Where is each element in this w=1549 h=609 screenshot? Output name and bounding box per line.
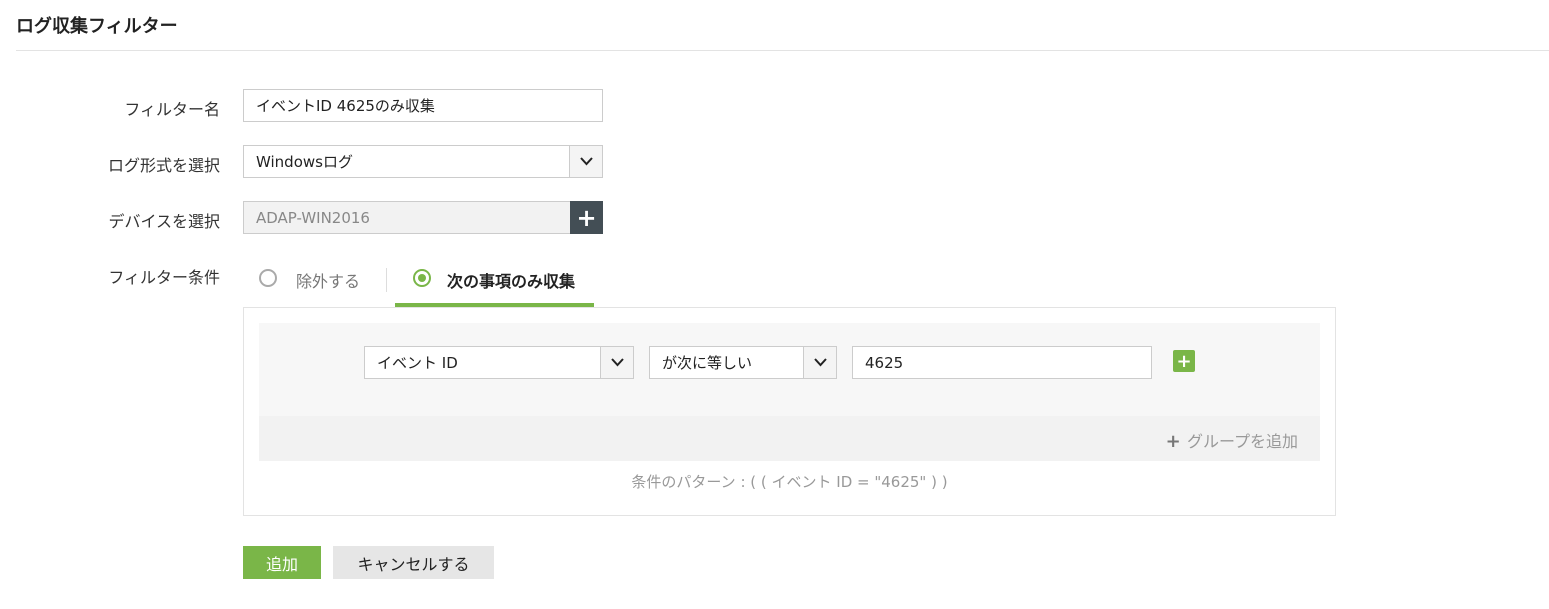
plus-icon: +	[576, 203, 597, 232]
filter-name-input[interactable]: イベントID 4625のみ収集	[243, 89, 603, 122]
add-rule-button[interactable]: +	[1173, 350, 1195, 372]
divider	[16, 50, 1549, 51]
radio-exclude-label: 除外する	[296, 272, 361, 291]
value-input[interactable]: 4625	[852, 346, 1152, 379]
field-select[interactable]: イベント ID	[364, 346, 634, 379]
radio-checked-icon	[413, 269, 431, 287]
page-title: ログ収集フィルター	[16, 16, 178, 37]
plus-icon: +	[1165, 431, 1187, 452]
chevron-down-icon[interactable]	[600, 347, 633, 378]
rule-value: 4625	[865, 353, 904, 372]
chevron-down-icon[interactable]	[569, 146, 602, 177]
filter-name-label: フィルター名	[124, 100, 220, 119]
plus-icon: +	[1176, 350, 1192, 372]
condition-label: フィルター条件	[108, 268, 220, 287]
device-input[interactable]: ADAP-WIN2016	[243, 201, 571, 234]
add-device-button[interactable]: +	[570, 201, 603, 234]
chevron-down-icon[interactable]	[803, 347, 836, 378]
log-format-select[interactable]: Windowsログ	[243, 145, 603, 178]
add-group-link[interactable]: + グループを追加	[1166, 428, 1298, 452]
radio-unchecked-icon	[259, 269, 277, 287]
log-format-value: Windowsログ	[256, 153, 353, 171]
device-label: デバイスを選択	[108, 212, 220, 231]
filter-name-value: イベントID 4625のみ収集	[256, 97, 435, 115]
log-format-label: ログ形式を選択	[107, 156, 220, 175]
separator	[386, 268, 387, 292]
add-group-label: グループを追加	[1186, 432, 1298, 451]
group-footer	[259, 416, 1320, 461]
condition-pattern: 条件のパターン : ( ( イベント ID = "4625" ) )	[631, 473, 948, 491]
field-value: イベント ID	[377, 354, 458, 372]
operator-value: が次に等しい	[662, 354, 753, 372]
radio-include-label: 次の事項のみ収集	[447, 272, 576, 291]
cancel-button[interactable]: キャンセルする	[333, 546, 494, 579]
device-value: ADAP-WIN2016	[256, 208, 370, 227]
add-button[interactable]: 追加	[243, 546, 321, 579]
operator-select[interactable]: が次に等しい	[649, 346, 837, 379]
